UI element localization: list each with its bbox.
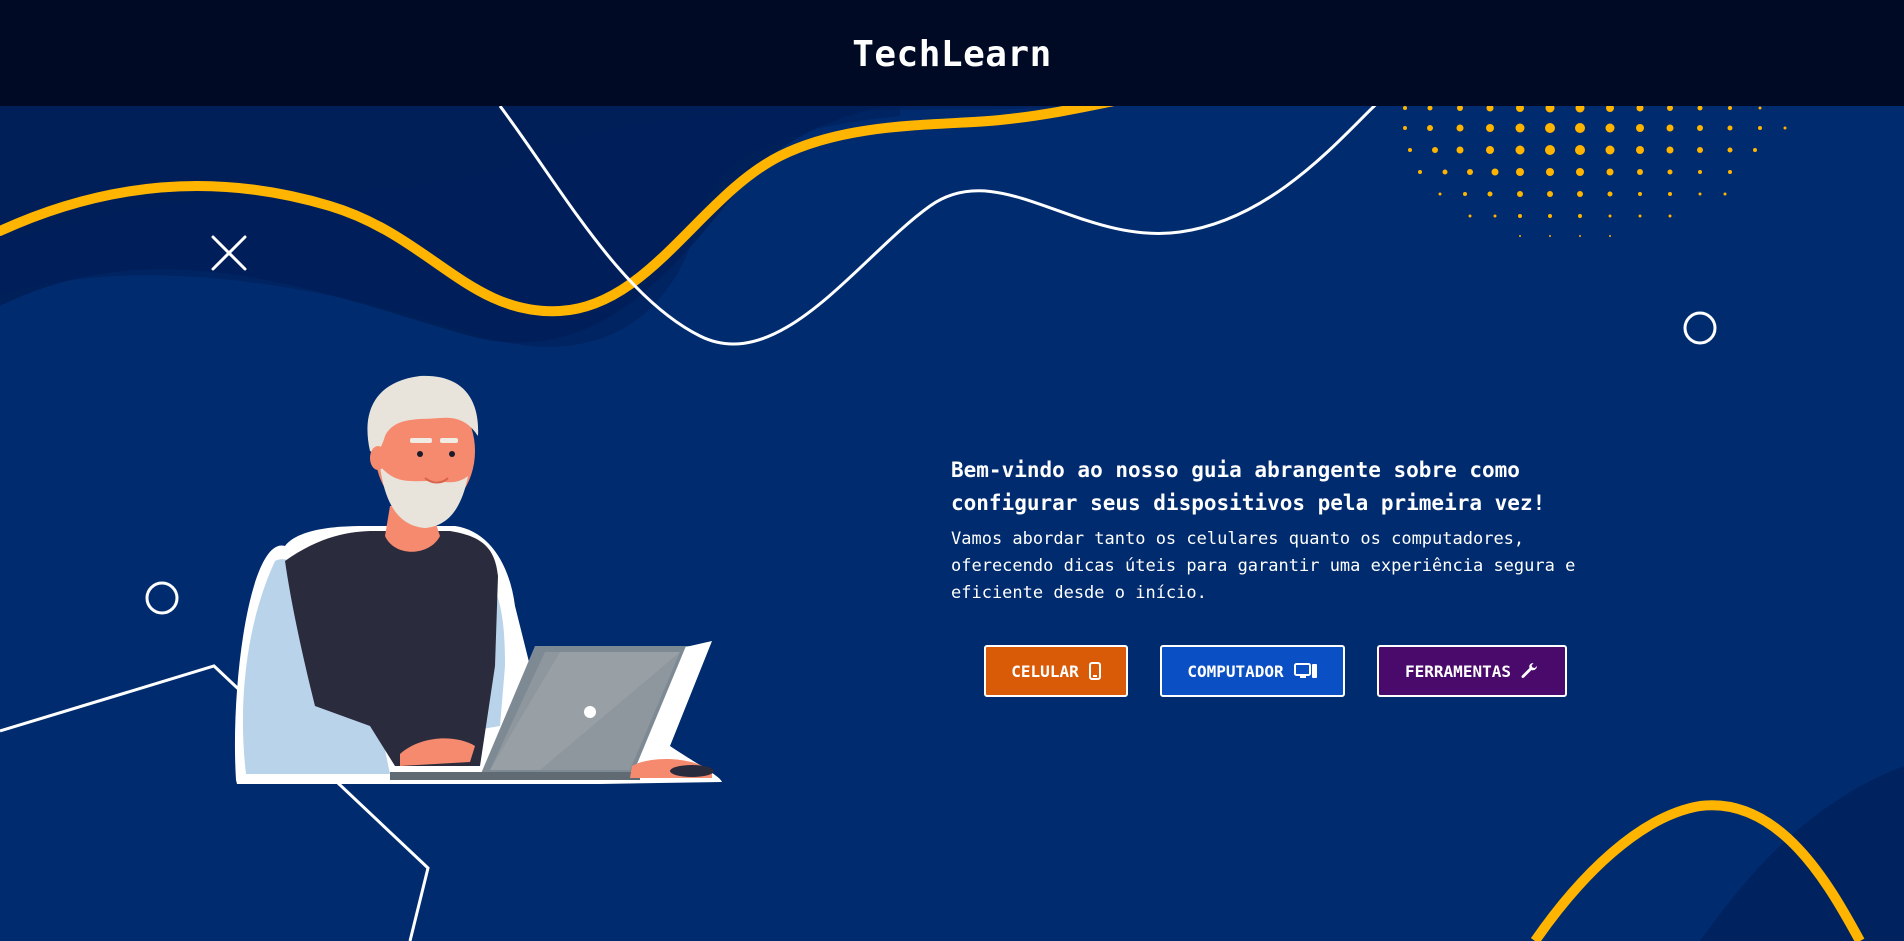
circle-decoration-left: [145, 581, 179, 615]
ferramentas-button[interactable]: FERRAMENTAS: [1377, 645, 1567, 697]
computador-button[interactable]: COMPUTADOR: [1160, 645, 1345, 697]
computador-button-label: COMPUTADOR: [1187, 661, 1284, 681]
hero-headline: Bem-vindo ao nosso guia abrangente sobre…: [951, 458, 1546, 515]
person-with-laptop-illustration: [234, 375, 723, 784]
desktop-computer-icon: [1293, 662, 1318, 680]
dark-wave-left: [0, 106, 900, 347]
wrench-icon: [1521, 662, 1539, 680]
ferramentas-button-label: FERRAMENTAS: [1405, 661, 1511, 681]
top-navbar: TechLearn: [0, 0, 1904, 106]
hero-description: Vamos abordar tanto os celulares quanto …: [951, 529, 1576, 603]
circle-decoration-right: [1683, 311, 1717, 345]
dot-pattern-decoration: [1403, 106, 1787, 237]
brand-logo-text[interactable]: TechLearn: [852, 34, 1052, 75]
hero-text-block: Bem-vindo ao nosso guia abrangente sobre…: [951, 454, 1631, 607]
celular-button[interactable]: CELULAR: [984, 645, 1128, 697]
celular-button-label: CELULAR: [1011, 661, 1079, 681]
hero-section: Bem-vindo ao nosso guia abrangente sobre…: [0, 106, 1904, 941]
smartphone-icon: [1088, 662, 1101, 680]
category-buttons: CELULAR COMPUTADOR FERRAMENTAS: [984, 645, 1571, 697]
